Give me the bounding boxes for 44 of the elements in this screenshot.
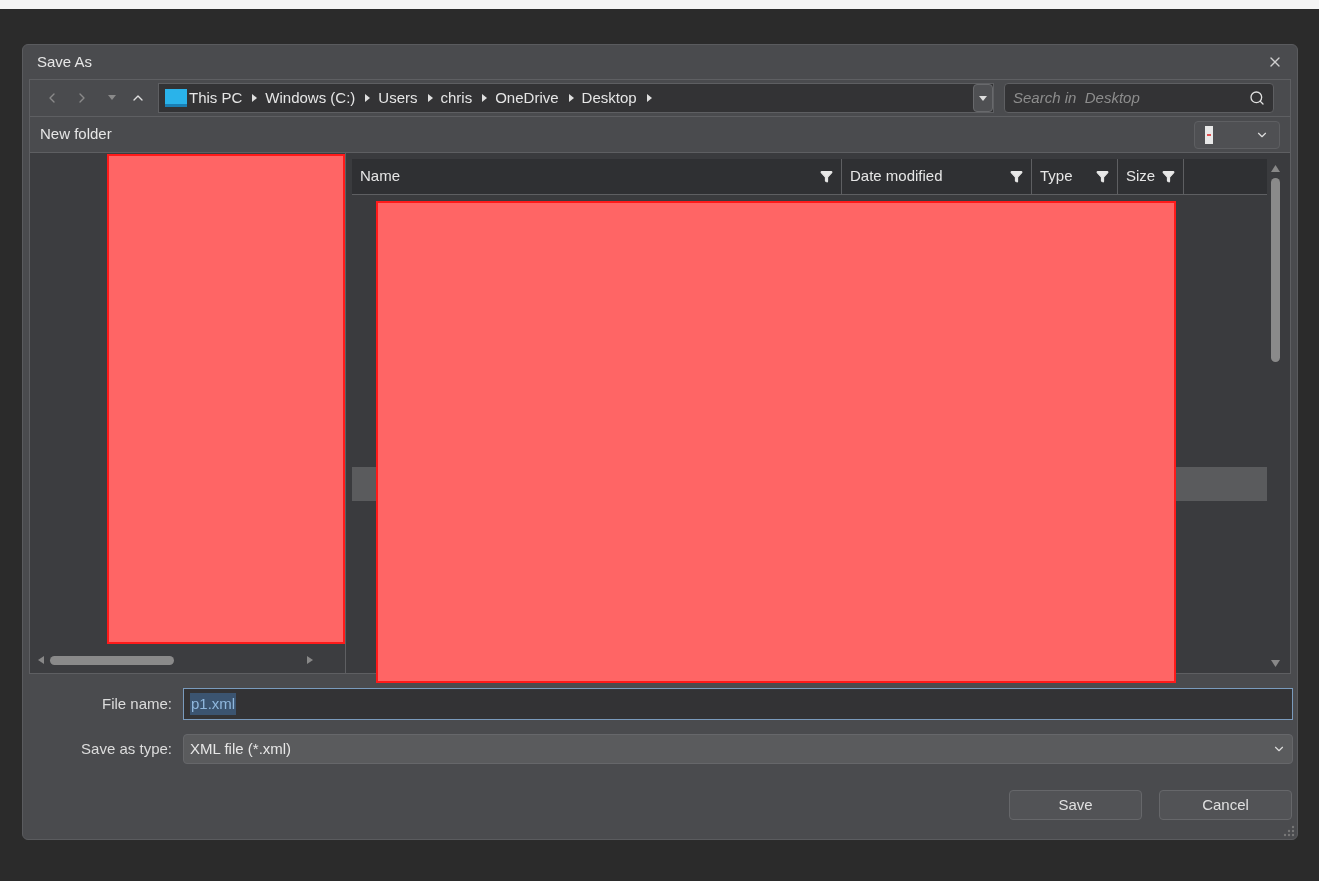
- breadcrumb-arrow-icon[interactable]: [646, 94, 652, 102]
- breadcrumb-arrow-icon[interactable]: [365, 94, 371, 102]
- computer-icon: [165, 89, 187, 107]
- window-title: Save As: [37, 51, 93, 72]
- search-icon[interactable]: [1249, 90, 1265, 106]
- breadcrumb-item[interactable]: chris: [440, 86, 473, 110]
- scroll-left-icon[interactable]: [38, 656, 44, 664]
- new-folder-button[interactable]: New folder: [40, 123, 112, 146]
- search-field[interactable]: Search in Desktop: [1004, 83, 1274, 113]
- file-name-field[interactable]: p1.xml: [183, 688, 1293, 720]
- save-type-dropdown[interactable]: XML file (*.xml): [183, 734, 1293, 764]
- breadcrumb-arrow-icon[interactable]: [568, 94, 574, 102]
- breadcrumb-arrow-icon[interactable]: [482, 94, 488, 102]
- view-options-button[interactable]: [1194, 120, 1280, 149]
- breadcrumb-item[interactable]: Users: [378, 86, 418, 110]
- vertical-scrollbar-thumb[interactable]: [1270, 178, 1280, 362]
- column-header[interactable]: Date modified: [842, 159, 1032, 194]
- column-header[interactable]: Type: [1032, 159, 1118, 194]
- field-label: File name:: [100, 693, 172, 714]
- details-view-icon: [1205, 125, 1213, 144]
- filter-icon[interactable]: [820, 170, 833, 183]
- column-header[interactable]: Name: [352, 159, 842, 194]
- dropdown-arrow-icon: [979, 95, 987, 101]
- address-bar[interactable]: This PC Windows (C:) Users chris OneDrive Desktop: [158, 83, 994, 113]
- resize-grip-icon[interactable]: [1283, 825, 1295, 837]
- breadcrumb-arrow-icon[interactable]: [427, 94, 433, 102]
- scroll-up-icon[interactable]: [1270, 165, 1280, 172]
- breadcrumb-item[interactable]: OneDrive: [495, 86, 559, 110]
- column-header[interactable]: Size: [1118, 159, 1184, 194]
- breadcrumb-arrow-icon[interactable]: [252, 94, 258, 102]
- breadcrumb-item[interactable]: Windows (C:): [265, 86, 356, 110]
- scroll-right-icon[interactable]: [307, 656, 313, 664]
- field-label: Save as type:: [80, 738, 172, 759]
- filter-icon[interactable]: [1162, 170, 1175, 183]
- breadcrumb-item[interactable]: This PC: [189, 86, 243, 110]
- save-button[interactable]: Save: [1009, 790, 1142, 820]
- filter-icon[interactable]: [1096, 170, 1109, 183]
- address-dropdown-button[interactable]: [973, 84, 993, 112]
- cancel-button[interactable]: Cancel: [1159, 790, 1292, 820]
- filter-icon[interactable]: [1010, 170, 1023, 183]
- horizontal-scrollbar-thumb[interactable]: [50, 655, 174, 665]
- scroll-down-icon[interactable]: [1270, 660, 1280, 667]
- breadcrumb-item[interactable]: Desktop: [581, 86, 637, 110]
- dropdown-arrow-icon[interactable]: [108, 95, 116, 101]
